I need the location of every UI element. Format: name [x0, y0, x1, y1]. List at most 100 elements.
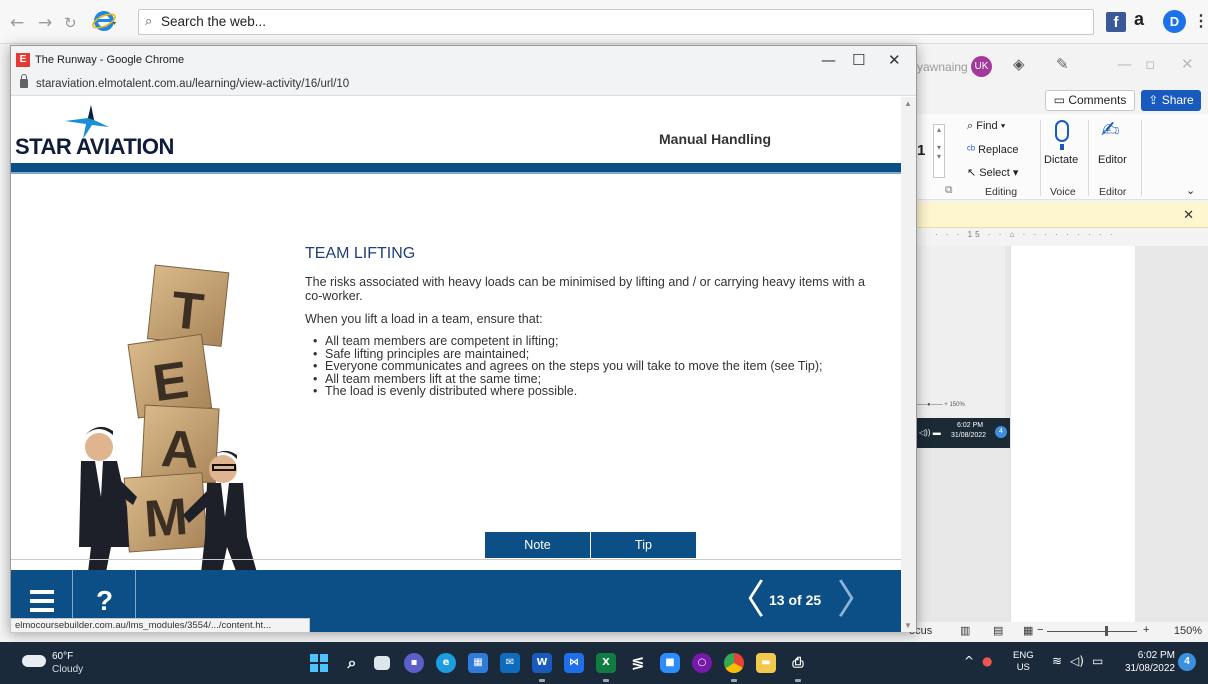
chrome-running-indicator: [731, 679, 737, 682]
chrome-icon[interactable]: [724, 653, 744, 673]
note-button[interactable]: Note: [485, 532, 590, 558]
close-icon[interactable]: ✕: [1181, 55, 1194, 73]
zoom-out-icon[interactable]: −: [1037, 624, 1043, 636]
read-mode-icon[interactable]: ▥: [960, 624, 970, 637]
diamond-icon[interactable]: ◈: [1013, 55, 1025, 73]
amazon-extension-icon[interactable]: a: [1134, 9, 1144, 30]
find-label: Find: [976, 120, 998, 132]
task-view-icon[interactable]: [374, 656, 390, 670]
teams-icon[interactable]: ▪: [404, 653, 424, 673]
close-icon[interactable]: ✕: [888, 51, 901, 69]
file-explorer-icon[interactable]: ▬: [756, 653, 776, 673]
excel-running-indicator: [603, 679, 609, 682]
store-icon[interactable]: ▦: [468, 653, 488, 673]
internet-explorer-icon[interactable]: [92, 9, 118, 33]
scroll-down-icon[interactable]: ▼: [904, 621, 912, 630]
zoom-icon[interactable]: ■: [660, 653, 680, 673]
vertical-scrollbar[interactable]: ▲ ▼: [901, 97, 916, 632]
team-lifting-illustration: T E A M: [79, 264, 265, 601]
zoom-slider-handle[interactable]: [1105, 626, 1108, 636]
maximize-icon[interactable]: ☐: [852, 51, 865, 69]
weather-temperature: 60°F: [52, 651, 74, 662]
excel-icon[interactable]: X: [596, 653, 616, 673]
onenote-icon[interactable]: ○: [692, 653, 712, 673]
web-layout-icon[interactable]: ▦: [1023, 624, 1033, 637]
clock-date: 31/08/2022: [1124, 663, 1175, 674]
address-bar[interactable]: staraviation.elmotalent.com.au/learning/…: [11, 74, 916, 96]
font-size-value[interactable]: 1: [917, 142, 925, 159]
box-e: E: [127, 333, 213, 419]
facebook-extension-icon[interactable]: f: [1106, 12, 1126, 32]
tip-button[interactable]: Tip: [591, 532, 696, 558]
embedded-notification-badge: 4: [995, 426, 1007, 438]
document-page[interactable]: [1010, 246, 1135, 622]
battery-icon[interactable]: ▭: [1092, 654, 1103, 668]
word-icon[interactable]: W: [532, 653, 552, 673]
word-status-bar: ocus ▥ ▤ ▦ − + 150%: [905, 622, 1208, 642]
content-divider: [11, 559, 901, 560]
select-button[interactable]: ↖ Select ▾: [967, 166, 1018, 179]
security-icon[interactable]: ●: [982, 654, 992, 668]
ribbon-separator: [1141, 120, 1142, 196]
d-extension-icon[interactable]: D: [1163, 10, 1186, 33]
previous-page-icon[interactable]: 〈: [725, 580, 765, 620]
lock-icon[interactable]: [20, 74, 28, 88]
ribbon: 1 ▴ ▾ ▾ ⌕ Find ▾ ᶜᵇ Replace ↖ Select ▾ Edi…: [905, 114, 1208, 200]
search-icon[interactable]: ⌕: [342, 653, 362, 673]
volume-icon[interactable]: ◁): [1070, 654, 1084, 668]
ribbon-collapse-icon[interactable]: ⌄: [1186, 184, 1195, 197]
refresh-icon[interactable]: ↻: [64, 14, 77, 32]
region-code: US: [1016, 662, 1030, 673]
notification-badge[interactable]: 4: [1178, 653, 1196, 671]
minimize-icon[interactable]: —: [821, 51, 836, 69]
wifi-icon[interactable]: ≋: [1052, 654, 1062, 668]
edge-icon[interactable]: e: [436, 653, 456, 673]
clock-time: 6:02 PM: [1137, 650, 1175, 661]
chevron-up-icon[interactable]: ^: [964, 654, 974, 668]
embedded-time: 6:02 PM: [957, 422, 984, 429]
elmo-favicon-icon: E: [16, 53, 30, 67]
dialog-launcher-icon[interactable]: ⧉: [945, 184, 953, 197]
box-letter: T: [169, 281, 207, 342]
editor-button[interactable]: Editor: [1098, 154, 1127, 166]
list-item: The load is evenly distributed where pos…: [311, 385, 885, 398]
avatar[interactable]: UK: [971, 56, 992, 77]
style-gallery-scroller[interactable]: ▴ ▾ ▾: [933, 124, 945, 178]
replace-button[interactable]: ᶜᵇ Replace: [967, 144, 1018, 156]
replace-icon: ᶜᵇ: [967, 144, 976, 156]
forward-arrow-icon[interactable]: →: [38, 13, 52, 33]
zoom-in-icon[interactable]: +: [1143, 624, 1149, 636]
pen-icon[interactable]: ✎: [1056, 55, 1069, 73]
mail-icon[interactable]: ✉: [500, 653, 520, 673]
dictate-button[interactable]: Dictate: [1044, 154, 1078, 166]
find-button[interactable]: ⌕ Find ▾: [967, 120, 1005, 133]
zoom-slider[interactable]: [1047, 631, 1137, 632]
background-browser-toolbar: ← → ↻ ⌕ Search the web... f a D ⋮: [0, 0, 1208, 44]
comments-button[interactable]: ▭ Comments: [1045, 90, 1135, 111]
start-icon[interactable]: [309, 653, 329, 673]
lesson-intro: The risks associated with heavy loads ca…: [305, 275, 865, 303]
share-button[interactable]: ⇪ Share: [1141, 90, 1201, 111]
scroll-up-icon[interactable]: ▲: [904, 99, 912, 108]
snipping-tool-icon[interactable]: ⎙: [788, 653, 808, 673]
url-text[interactable]: staraviation.elmotalent.com.au/learning/…: [36, 78, 349, 90]
system-clock[interactable]: 6:02 PM 31/08/2022: [1117, 649, 1175, 675]
weather-description: Cloudy: [52, 664, 84, 675]
restore-icon[interactable]: ▫: [1145, 55, 1155, 73]
logo-text: STAR AVIATION: [15, 134, 174, 159]
input-language[interactable]: ENG US: [1013, 650, 1034, 674]
course-header: STAR AVIATION Manual Handling: [11, 97, 901, 163]
select-label: Select: [979, 167, 1010, 179]
close-icon[interactable]: ✕: [1183, 207, 1194, 223]
minimize-icon[interactable]: —: [1117, 55, 1132, 73]
slack-icon[interactable]: ≶: [628, 653, 648, 673]
group-editing-label: Editing: [985, 186, 1018, 198]
header-rule: [11, 163, 901, 172]
zoom-level[interactable]: 150%: [1174, 625, 1202, 637]
visual-studio-icon[interactable]: ⋈: [564, 653, 584, 673]
more-menu-icon[interactable]: ⋮: [1193, 11, 1208, 31]
print-layout-icon[interactable]: ▤: [993, 624, 1003, 637]
next-page-icon[interactable]: 〉: [837, 580, 877, 620]
search-input[interactable]: ⌕ Search the web...: [138, 9, 1094, 35]
back-arrow-icon[interactable]: ←: [10, 13, 24, 33]
